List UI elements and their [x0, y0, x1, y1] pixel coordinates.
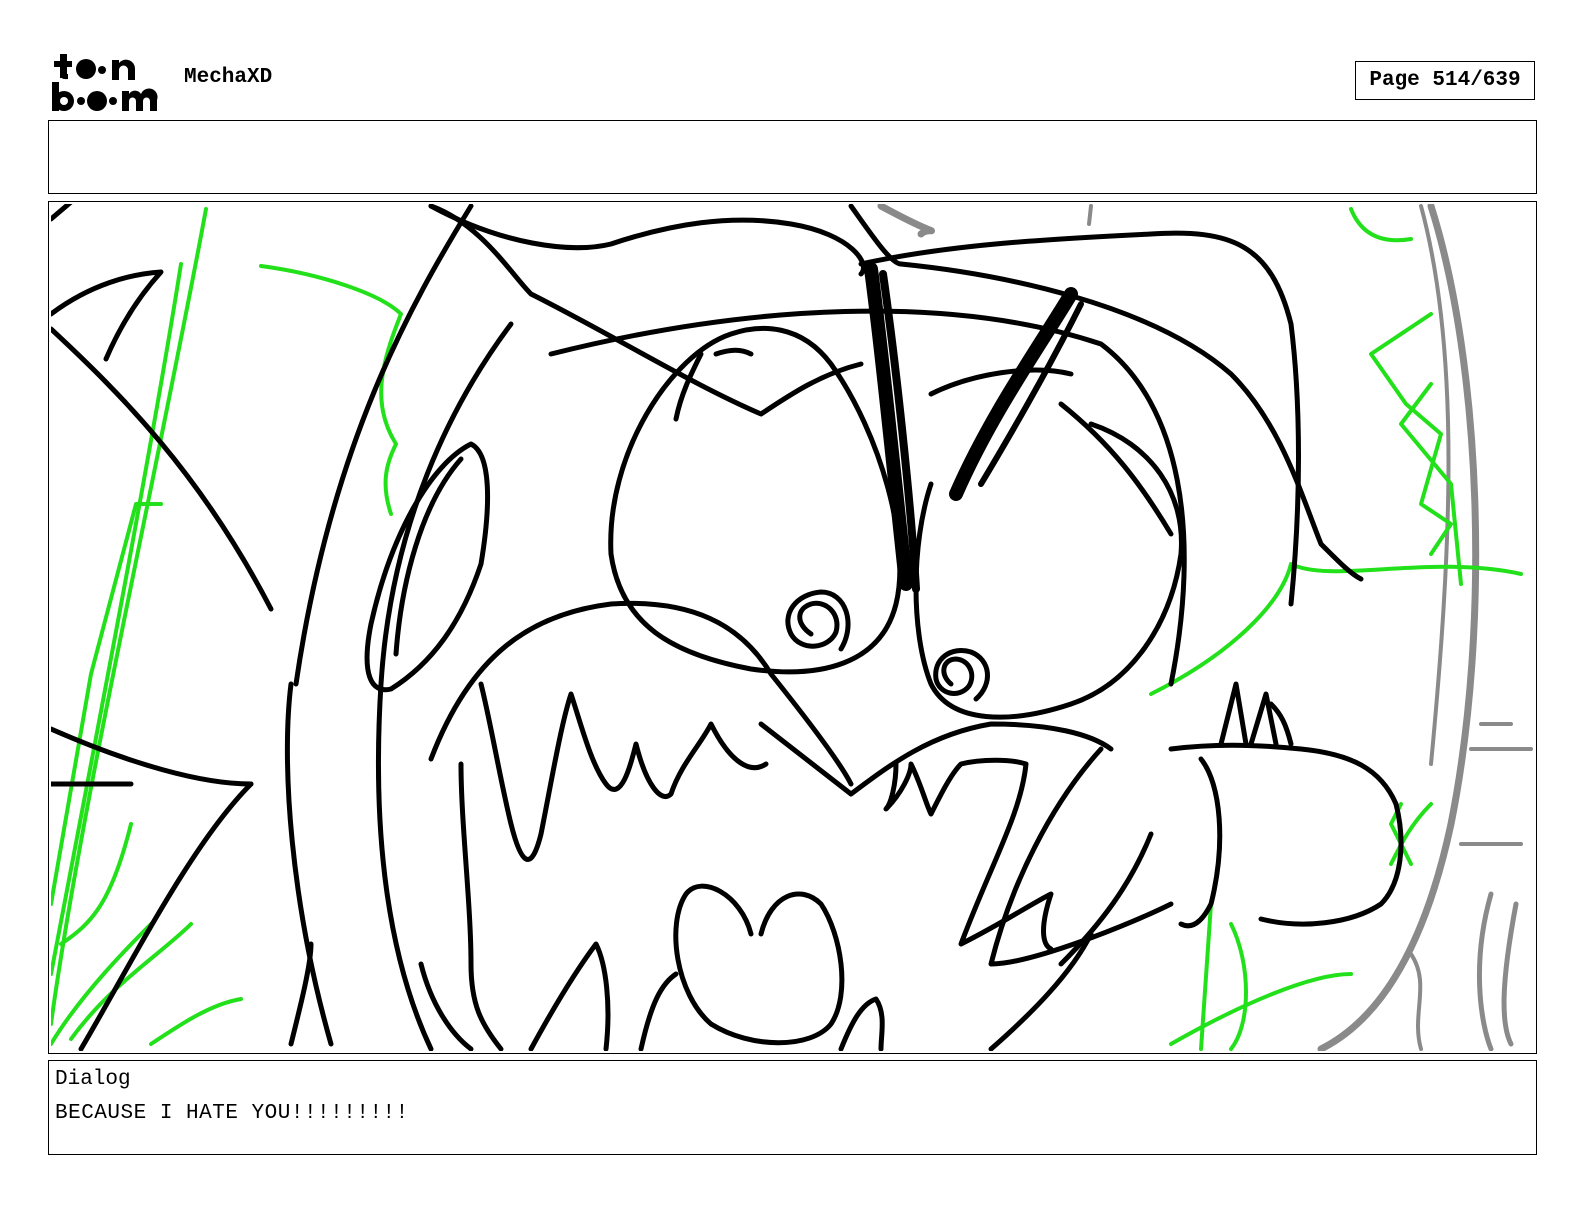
dialog-label: Dialog — [55, 1068, 131, 1091]
dialog-box: Dialog BECAUSE I HATE YOU!!!!!!!!! — [48, 1060, 1537, 1155]
dialog-text: BECAUSE I HATE YOU!!!!!!!!! — [55, 1102, 409, 1125]
project-title: MechaXD — [184, 66, 273, 89]
notes-box — [48, 120, 1537, 194]
storyboard-panel — [48, 201, 1537, 1054]
toon-boom-logo-mark — [52, 54, 158, 111]
toon-boom-logo — [50, 52, 166, 114]
storyboard-sketch-image — [51, 204, 1533, 1051]
page-indicator: Page 514/639 — [1355, 61, 1535, 100]
